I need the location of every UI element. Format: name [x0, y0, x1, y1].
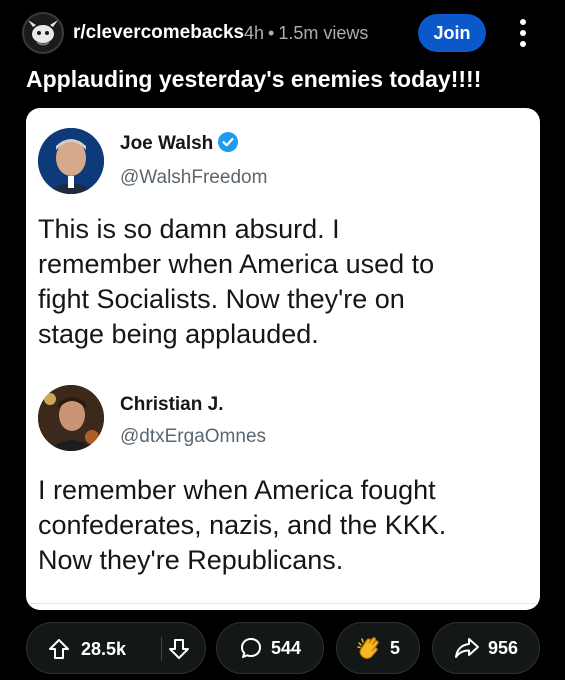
comment-count: 544 — [270, 637, 302, 658]
tweet-author-name-text: Joe Walsh — [120, 133, 214, 154]
more-vertical-icon[interactable] — [516, 17, 530, 49]
tweet-author-handle: @dtxErgaOmnes — [120, 426, 267, 447]
tweet-text-christian-j: I remember when America fought confedera… — [38, 473, 528, 578]
view-count: 1.5m views — [278, 23, 369, 43]
meta-separator: • — [268, 23, 275, 43]
downvote-arrow-icon[interactable] — [167, 637, 191, 661]
tweet-line: Now they're Republicans. — [38, 545, 344, 575]
tweet-text-joe-walsh: This is so damn absurd. I remember when … — [38, 212, 528, 352]
upvote-count: 28.5k — [81, 639, 127, 659]
tweet-author-name: Christian J. — [120, 394, 224, 415]
tweet-avatar-christian-j — [38, 385, 104, 451]
share-button[interactable]: 956 — [432, 622, 540, 674]
comments-button[interactable]: 544 — [216, 622, 324, 674]
share-count: 956 — [487, 637, 519, 658]
upvote-arrow-icon[interactable] — [47, 637, 71, 661]
tweet-line: fight Socialists. Now they're on — [38, 284, 405, 314]
clapping-hands-award-icon — [357, 637, 379, 659]
tweet-line: This is so damn absurd. I — [38, 214, 340, 244]
tweet-author-handle: @WalshFreedom — [120, 167, 268, 188]
tweet-line: I remember when America fought — [38, 475, 436, 505]
tweet-author-name: Joe Walsh — [120, 132, 239, 155]
subreddit-name[interactable]: r/clevercomebacks — [73, 22, 244, 44]
award-button[interactable]: 5 — [336, 622, 420, 674]
card-divider — [28, 603, 538, 604]
comment-bubble-icon — [240, 638, 261, 658]
action-bar: 28.5k 544 5 956 — [0, 622, 565, 674]
post-age: 4h — [244, 23, 265, 43]
post-meta: 4h • 1.5m views — [244, 23, 368, 44]
tweet-avatar-joe-walsh — [38, 128, 104, 194]
share-arrow-icon — [454, 638, 479, 658]
award-count: 5 — [389, 637, 400, 658]
vote-control: 28.5k — [26, 622, 206, 674]
post-image[interactable]: Joe Walsh @WalshFreedom This is so damn … — [26, 108, 540, 610]
post-title[interactable]: Applauding yesterday's enemies today!!!! — [26, 66, 481, 93]
tweet-line: remember when America used to — [38, 249, 435, 279]
post-header: r/clevercomebacks 4h • 1.5m views Join — [0, 0, 565, 66]
subreddit-avatar[interactable] — [22, 12, 64, 54]
tweet-line: confederates, nazis, and the KKK. — [38, 510, 447, 540]
join-button[interactable]: Join — [418, 14, 486, 52]
vote-divider — [161, 637, 162, 661]
verified-badge-icon — [218, 132, 239, 152]
tweet-line: stage being applauded. — [38, 319, 319, 349]
